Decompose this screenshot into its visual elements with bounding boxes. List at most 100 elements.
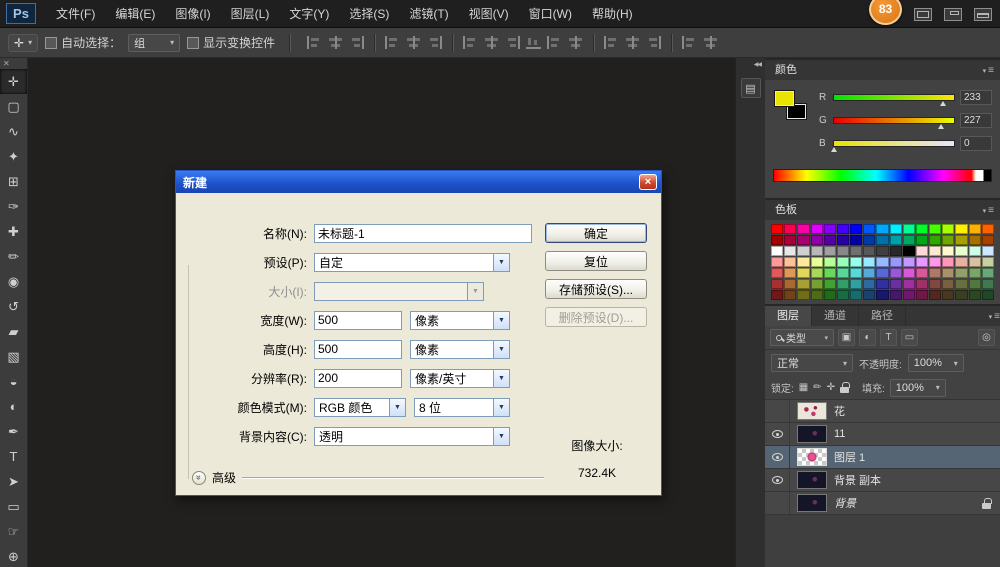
color-swatch[interactable] (955, 257, 967, 267)
tool-blur[interactable]: ◒ (0, 369, 27, 394)
color-swatch[interactable] (903, 279, 915, 289)
color-swatch[interactable] (955, 279, 967, 289)
color-swatch[interactable] (929, 290, 941, 300)
color-swatch[interactable] (797, 279, 809, 289)
channel-G-slider[interactable] (833, 117, 955, 124)
color-swatch[interactable] (863, 257, 875, 267)
color-swatch[interactable] (890, 235, 902, 245)
tool-move[interactable]: ✛ (0, 69, 27, 94)
color-swatch[interactable] (876, 279, 888, 289)
menu-select[interactable]: 选择(S) (339, 0, 399, 28)
color-swatch[interactable] (863, 268, 875, 278)
layer-row[interactable]: 背景 副本 (765, 469, 1000, 492)
menu-layer[interactable]: 图层(L) (221, 0, 280, 28)
color-swatch[interactable] (916, 268, 928, 278)
advanced-expand-button[interactable]: » (192, 471, 206, 485)
height-unit-dropdown[interactable]: 像素 (410, 340, 510, 359)
tool-preset-dropdown[interactable]: ✛ ▾ (8, 34, 38, 52)
swatches-panel-menu-icon[interactable]: ≡ (983, 205, 994, 216)
color-swatch[interactable] (784, 246, 796, 256)
color-swatch[interactable] (982, 268, 994, 278)
color-swatch[interactable] (903, 235, 915, 245)
tool-marquee[interactable]: ▢ (0, 94, 27, 119)
color-swatch[interactable] (811, 235, 823, 245)
tab-layers[interactable]: 图层 (765, 306, 812, 326)
tool-clone-stamp[interactable]: ◉ (0, 269, 27, 294)
color-swatch[interactable] (982, 257, 994, 267)
tool-eyedropper[interactable]: ✑ (0, 194, 27, 219)
color-swatch[interactable] (784, 224, 796, 234)
restore-window-button[interactable] (914, 8, 932, 21)
tool-zoom[interactable]: ⊕ (0, 544, 27, 567)
color-panel-menu-icon[interactable]: ≡ (983, 65, 994, 76)
color-swatch[interactable] (850, 279, 862, 289)
align-icon[interactable] (385, 36, 400, 49)
auto-select-checkbox[interactable] (45, 37, 57, 49)
tool-dodge[interactable]: ◐ (0, 394, 27, 419)
color-swatch[interactable] (863, 290, 875, 300)
color-swatch[interactable] (771, 268, 783, 278)
tool-healing-brush[interactable]: ✚ (0, 219, 27, 244)
layer-thumbnail[interactable] (797, 494, 827, 512)
color-swatch[interactable] (824, 224, 836, 234)
align-icon[interactable] (328, 36, 343, 49)
foreground-background-swatches[interactable] (773, 88, 813, 128)
color-swatch[interactable] (890, 290, 902, 300)
layer-row[interactable]: 背景 (765, 492, 1000, 515)
color-swatch[interactable] (982, 290, 994, 300)
layer-name[interactable]: 花 (834, 403, 845, 419)
color-swatch[interactable] (969, 279, 981, 289)
color-swatch[interactable] (837, 268, 849, 278)
menu-filter[interactable]: 滤镜(T) (399, 0, 458, 28)
lock-all-icon[interactable] (840, 382, 849, 393)
color-mode-dropdown[interactable]: RGB 颜色 (314, 398, 406, 417)
layer-row[interactable]: 图层 1 (765, 446, 1000, 469)
tool-crop[interactable]: ⊞ (0, 169, 27, 194)
filter-shape-layers-icon[interactable]: ▭ (901, 329, 918, 346)
color-spectrum-bar[interactable] (773, 169, 992, 182)
layer-thumbnail[interactable] (797, 471, 827, 489)
color-swatch[interactable] (982, 235, 994, 245)
color-swatch[interactable] (771, 279, 783, 289)
color-swatch[interactable] (811, 268, 823, 278)
color-swatch[interactable] (876, 246, 888, 256)
color-swatch[interactable] (969, 224, 981, 234)
layer-visibility-toggle[interactable] (765, 400, 790, 422)
color-swatch[interactable] (890, 279, 902, 289)
color-swatch[interactable] (955, 246, 967, 256)
color-swatch[interactable] (903, 246, 915, 256)
tool-path-select[interactable]: ➤ (0, 469, 27, 494)
color-swatch[interactable] (942, 257, 954, 267)
ok-button[interactable]: 确定 (545, 223, 647, 243)
color-swatch[interactable] (876, 268, 888, 278)
layer-visibility-toggle[interactable] (765, 469, 790, 491)
color-swatch[interactable] (890, 224, 902, 234)
arrange-windows-button[interactable] (944, 8, 962, 21)
color-swatch[interactable] (797, 268, 809, 278)
tool-history-brush[interactable]: ↺ (0, 294, 27, 319)
dialog-titlebar[interactable]: 新建 × (176, 171, 661, 193)
layer-thumbnail[interactable] (797, 448, 827, 466)
color-swatch[interactable] (824, 257, 836, 267)
color-swatch[interactable] (863, 246, 875, 256)
color-swatch[interactable] (903, 257, 915, 267)
opacity-dropdown[interactable]: 100% (908, 354, 964, 372)
lock-transparent-pixels-icon[interactable]: ▦ (799, 382, 808, 393)
align-icon[interactable] (463, 36, 478, 49)
menu-window[interactable]: 窗口(W) (519, 0, 582, 28)
color-swatch[interactable] (942, 235, 954, 245)
color-swatch[interactable] (916, 224, 928, 234)
color-swatch[interactable] (811, 290, 823, 300)
tab-color[interactable]: 颜色 (771, 60, 801, 80)
layer-filter-dropdown[interactable]: 类型 (770, 329, 834, 346)
channel-B-value[interactable]: 0 (960, 136, 992, 151)
layer-visibility-toggle[interactable] (765, 492, 790, 514)
color-swatch[interactable] (942, 279, 954, 289)
dialog-close-button[interactable]: × (639, 174, 657, 190)
color-swatch[interactable] (797, 257, 809, 267)
color-swatch[interactable] (824, 268, 836, 278)
align-icon[interactable] (349, 36, 364, 49)
tool-pen[interactable]: ✒ (0, 419, 27, 444)
color-swatch[interactable] (850, 235, 862, 245)
color-swatch[interactable] (969, 246, 981, 256)
